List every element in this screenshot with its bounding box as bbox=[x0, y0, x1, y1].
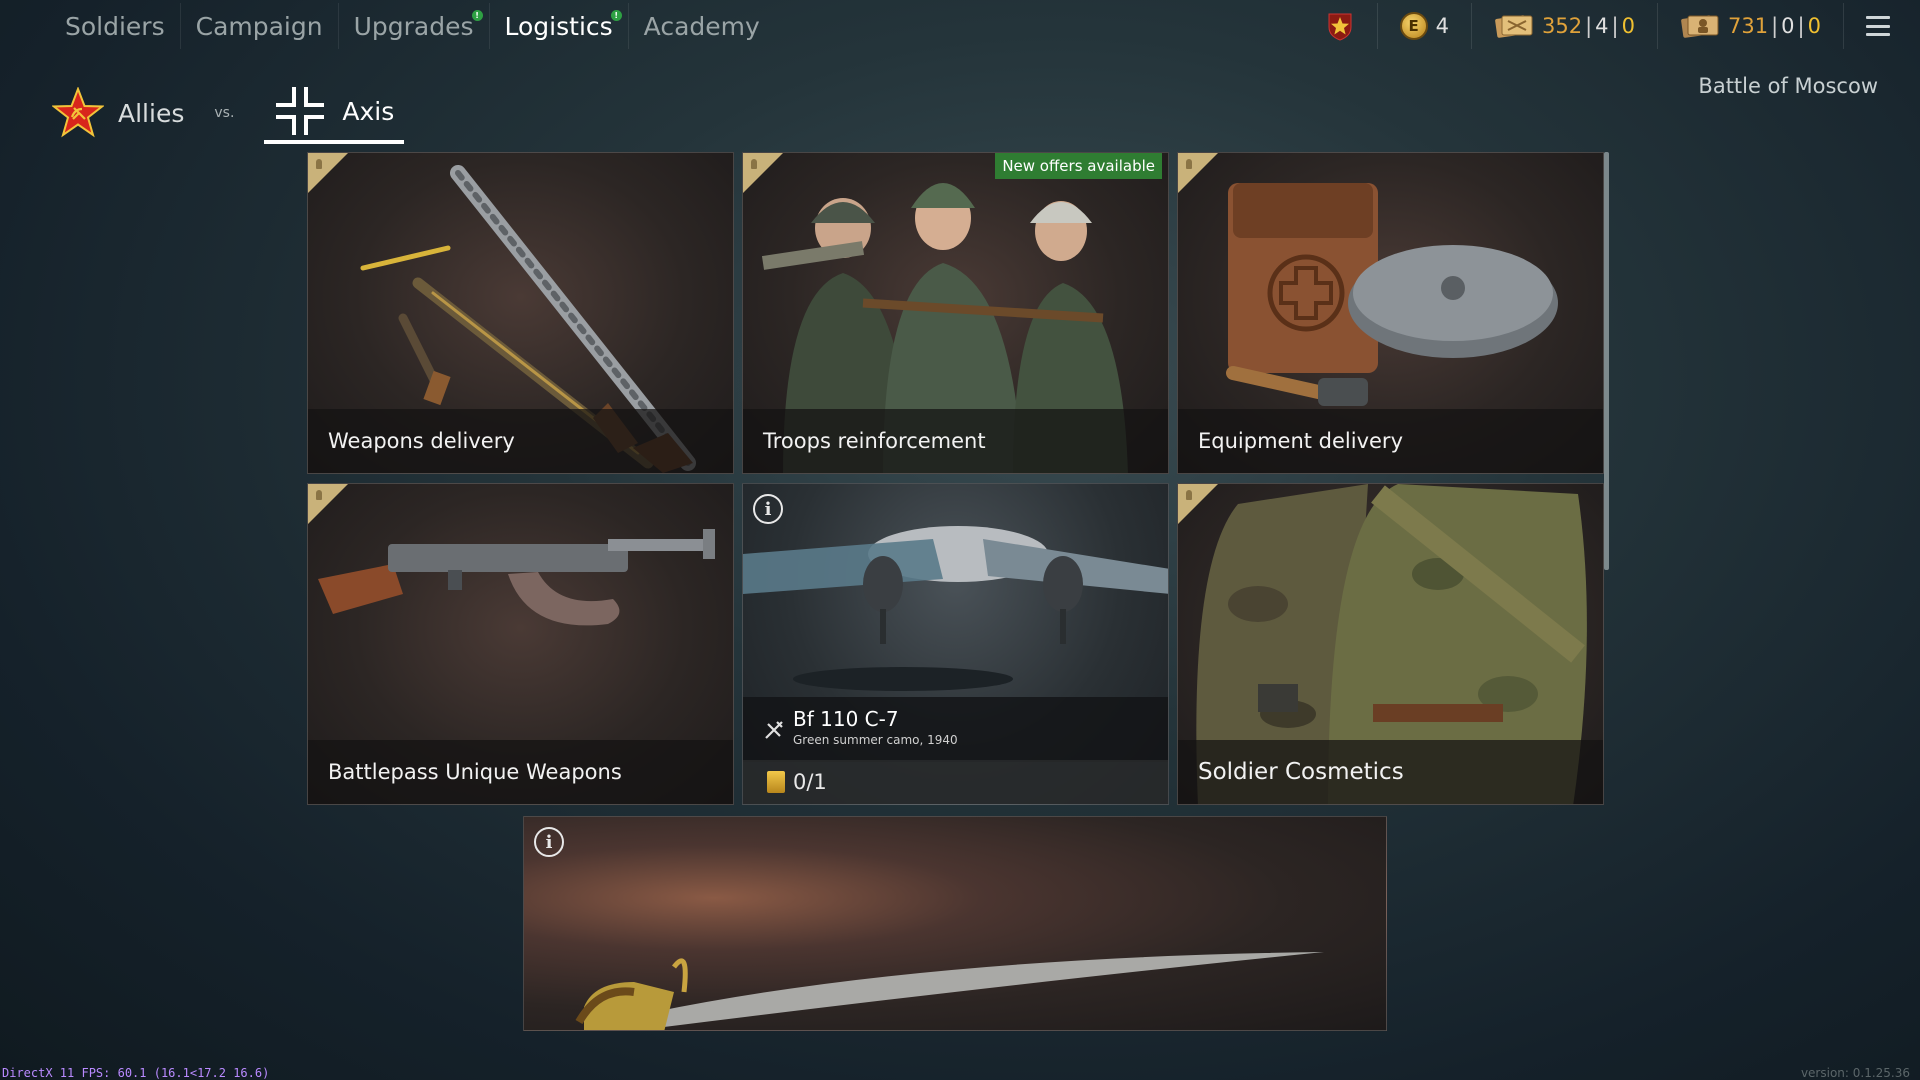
bullet-icon bbox=[316, 159, 322, 169]
card-label: Weapons delivery bbox=[308, 409, 733, 473]
orders-silver[interactable]: 352 | 4 | 0 bbox=[1472, 3, 1658, 49]
bullet-icon bbox=[1186, 159, 1192, 169]
rarity-corner bbox=[1178, 484, 1218, 524]
card-battlepass-weapons[interactable]: Battlepass Unique Weapons bbox=[307, 483, 734, 805]
aircraft-illustration bbox=[743, 526, 1168, 691]
gold-amount: 4 bbox=[1435, 14, 1449, 38]
orders-ticket-icon bbox=[1495, 15, 1533, 38]
bullet-icon bbox=[1186, 490, 1192, 500]
orders-gold[interactable]: 731 | 0 | 0 bbox=[1658, 3, 1844, 49]
menu-block bbox=[1844, 3, 1890, 49]
list-menu-icon[interactable] bbox=[1866, 16, 1890, 36]
card-equipment-delivery[interactable]: Equipment delivery bbox=[1177, 152, 1604, 474]
bullet-icon bbox=[751, 159, 757, 169]
rarity-corner bbox=[308, 484, 348, 524]
grid-scrollbar[interactable] bbox=[1604, 152, 1609, 570]
aircraft-subtitle: Green summer camo, 1940 bbox=[793, 733, 958, 747]
orders-silver-c: 0 bbox=[1621, 14, 1635, 38]
saber-illustration bbox=[575, 952, 1324, 1030]
orders-silver-count: 352 bbox=[1542, 14, 1583, 38]
campaign-title: Battle of Moscow bbox=[1698, 74, 1878, 98]
gold-coin-icon: E bbox=[1399, 12, 1428, 40]
gold-currency[interactable]: E 4 bbox=[1378, 3, 1472, 49]
card-label: Soldier Cosmetics bbox=[1178, 740, 1603, 804]
currency-bar: E 4 352 | 4 | 0 731 | 0 | 0 bbox=[1303, 0, 1890, 52]
notification-dot: ! bbox=[610, 10, 622, 21]
tab-logistics[interactable]: Logistics! bbox=[490, 3, 629, 49]
new-offers-badge: New offers available bbox=[995, 153, 1162, 179]
aircraft-type-icon bbox=[765, 721, 783, 739]
notification-dot: ! bbox=[471, 10, 483, 21]
card-label: Troops reinforcement bbox=[743, 409, 1168, 473]
orders-soldier-ticket-icon bbox=[1681, 15, 1719, 38]
tab-label: Upgrades bbox=[353, 11, 474, 41]
bullet-icon bbox=[316, 490, 322, 500]
card-aircraft-offer[interactable]: i Bf 110 C-7 Green summer camo, 1940 0/1 bbox=[742, 483, 1169, 805]
aircraft-count: 0/1 bbox=[743, 760, 1168, 804]
version-label: version: 0.1.25.36 bbox=[1800, 1066, 1910, 1080]
tab-campaign[interactable]: Campaign bbox=[181, 3, 339, 49]
card-soldier-cosmetics[interactable]: Soldier Cosmetics bbox=[1177, 483, 1604, 805]
tab-academy[interactable]: Academy bbox=[629, 3, 775, 49]
card-troops-reinforcement[interactable]: New offers available Troops reinforcemen… bbox=[742, 152, 1169, 474]
faction-axis[interactable]: Axis bbox=[264, 82, 405, 144]
rank-block[interactable] bbox=[1303, 3, 1378, 49]
card-weapons-delivery[interactable]: Weapons delivery bbox=[307, 152, 734, 474]
orders-gold-c: 0 bbox=[1807, 14, 1821, 38]
versus-label: vs. bbox=[214, 105, 235, 121]
tab-label: Soldiers bbox=[65, 11, 165, 41]
card-saber-offer[interactable]: i bbox=[523, 816, 1387, 1031]
axis-cross-icon bbox=[276, 87, 325, 135]
rarity-corner bbox=[743, 153, 783, 193]
top-nav: Soldiers Campaign Upgrades! Logistics! A… bbox=[50, 0, 775, 52]
aircraft-name: Bf 110 C-7 bbox=[793, 707, 899, 731]
rarity-corner bbox=[1178, 153, 1218, 193]
aircraft-count-value: 0/1 bbox=[793, 770, 827, 794]
rarity-corner bbox=[308, 153, 348, 193]
card-label: Equipment delivery bbox=[1178, 409, 1603, 473]
tab-label: Academy bbox=[643, 11, 760, 41]
tab-upgrades[interactable]: Upgrades! bbox=[339, 3, 490, 49]
faction-selector: Allies vs. Axis bbox=[52, 82, 405, 144]
faction-allies[interactable]: Allies bbox=[52, 82, 184, 144]
faction-allies-label: Allies bbox=[118, 98, 185, 128]
tab-label: Campaign bbox=[195, 11, 323, 41]
orders-silver-b: 4 bbox=[1595, 14, 1609, 38]
star-shield-icon bbox=[1328, 13, 1352, 41]
faction-axis-label: Axis bbox=[342, 96, 395, 126]
orders-gold-count: 731 bbox=[1728, 14, 1769, 38]
aircraft-info-panel: Bf 110 C-7 Green summer camo, 1940 bbox=[743, 697, 1168, 762]
tab-label: Logistics bbox=[504, 11, 613, 41]
card-label: Battlepass Unique Weapons bbox=[308, 740, 733, 804]
tab-soldiers[interactable]: Soldiers bbox=[50, 3, 181, 49]
info-icon[interactable]: i bbox=[753, 494, 783, 524]
orders-gold-b: 0 bbox=[1781, 14, 1795, 38]
soviet-star-icon bbox=[52, 87, 104, 138]
fps-counter: DirectX 11 FPS: 60.1 (16.1<17.2 16.6) bbox=[2, 1066, 270, 1080]
gold-ticket-icon bbox=[767, 771, 785, 793]
